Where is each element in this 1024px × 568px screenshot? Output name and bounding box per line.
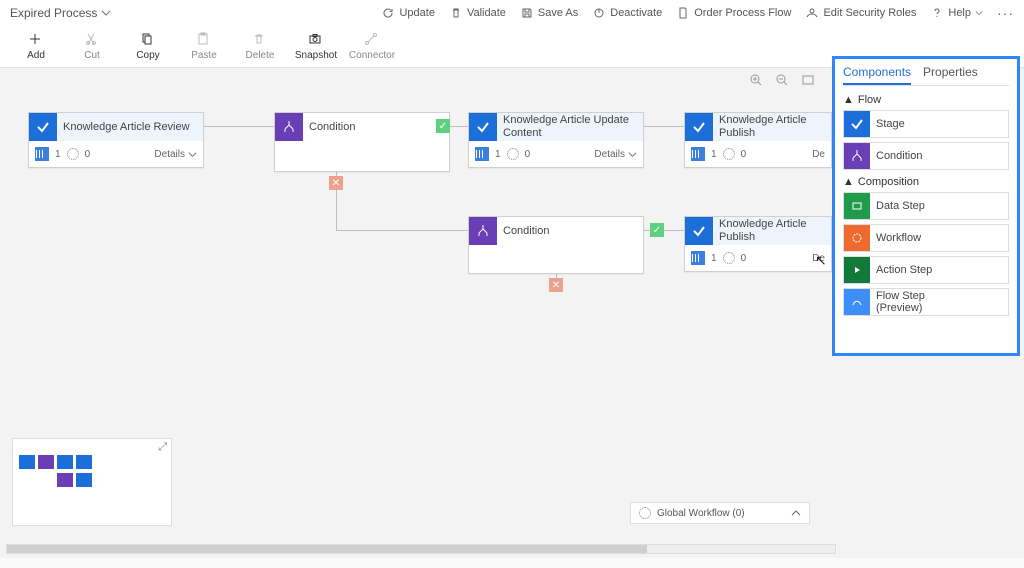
node-title: Condition [497, 217, 643, 245]
components-panel: Components Properties ▲ Flow Stage Condi… [832, 56, 1020, 356]
zoom-out-icon[interactable] [774, 72, 790, 88]
steps-icon [691, 251, 705, 265]
group-composition[interactable]: ▲ Composition [843, 176, 1009, 188]
details-toggle[interactable]: Details [154, 149, 197, 160]
workflow-icon [639, 507, 651, 519]
chevron-down-icon [975, 9, 983, 17]
palette-item-action-step[interactable]: Action Step [843, 256, 1009, 284]
condition-node-2[interactable]: Condition [468, 216, 644, 274]
tab-components[interactable]: Components [843, 65, 911, 85]
stage-icon [685, 113, 713, 141]
stage-icon [685, 217, 713, 245]
branch-no-icon: ✕ [329, 176, 343, 190]
validate-button[interactable]: Validate [449, 5, 506, 21]
help-icon [930, 6, 944, 20]
stage-node-publish-2[interactable]: Knowledge Article Publish 1 0 De [684, 216, 832, 272]
tab-properties[interactable]: Properties [923, 65, 978, 85]
minimap[interactable]: ⤢ [12, 438, 172, 526]
order-process-flow-button[interactable]: Order Process Flow [676, 5, 791, 21]
power-icon [592, 6, 606, 20]
condition-icon [844, 143, 870, 169]
trash-icon [449, 6, 463, 20]
save-as-button[interactable]: Save As [520, 5, 578, 21]
branch-no-icon: ✕ [549, 278, 563, 292]
save-icon [520, 6, 534, 20]
connector-icon [364, 32, 380, 48]
delete-icon [252, 32, 268, 48]
plus-icon [28, 32, 44, 48]
node-title: Knowledge Article Publish [713, 113, 831, 141]
node-title: Condition [303, 113, 449, 141]
node-title: Knowledge Article Publish [713, 217, 831, 245]
flow-step-icon [844, 289, 870, 315]
deactivate-button[interactable]: Deactivate [592, 5, 662, 21]
palette-item-data-step[interactable]: Data Step [843, 192, 1009, 220]
global-workflow-bar[interactable]: Global Workflow (0) [630, 502, 810, 524]
fit-screen-icon[interactable] [800, 72, 816, 88]
details-toggle[interactable]: De [812, 149, 825, 160]
steps-icon [35, 147, 49, 161]
chevron-up-icon [791, 508, 801, 518]
zoom-in-icon[interactable] [748, 72, 764, 88]
copy-icon [140, 32, 156, 48]
palette-item-condition[interactable]: Condition [843, 142, 1009, 170]
node-title: Knowledge Article Update Content [497, 113, 643, 141]
details-toggle[interactable]: Details [594, 149, 637, 160]
process-name-label: Expired Process [10, 6, 97, 20]
palette-item-flow-step[interactable]: Flow Step (Preview) [843, 288, 1009, 316]
stage-icon [29, 113, 57, 141]
condition-icon [469, 217, 497, 245]
header-actions-group: Update Validate Save As Deactivate Order… [381, 5, 1014, 21]
horizontal-scrollbar[interactable] [6, 544, 836, 554]
global-workflow-label: Global Workflow (0) [657, 508, 745, 519]
stage-node-review[interactable]: Knowledge Article Review 1 0 Details [28, 112, 204, 168]
node-title: Knowledge Article Review [57, 113, 203, 141]
steps-icon [475, 147, 489, 161]
snapshot-button[interactable]: Snapshot [290, 32, 342, 61]
chevron-down-icon [628, 150, 637, 159]
branch-yes-icon: ✓ [436, 119, 450, 133]
stage-icon [469, 113, 497, 141]
add-button[interactable]: Add [10, 32, 62, 61]
update-button[interactable]: Update [381, 5, 434, 21]
stage-node-update-content[interactable]: Knowledge Article Update Content 1 0 Det… [468, 112, 644, 168]
zoom-tools [740, 68, 824, 92]
workflow-count-icon [67, 148, 79, 160]
cut-icon [84, 32, 100, 48]
details-toggle[interactable]: De [812, 253, 825, 264]
workflow-count-icon [723, 252, 735, 264]
chevron-down-icon [188, 150, 197, 159]
palette-item-stage[interactable]: Stage [843, 110, 1009, 138]
workflow-count-icon [507, 148, 519, 160]
group-flow[interactable]: ▲ Flow [843, 94, 1009, 106]
workflow-icon [844, 225, 870, 251]
stage-icon [844, 111, 870, 137]
help-button[interactable]: Help [930, 5, 983, 21]
more-button[interactable]: ··· [997, 5, 1014, 21]
delete-button[interactable]: Delete [234, 32, 286, 61]
action-step-icon [844, 257, 870, 283]
workflow-count-icon [723, 148, 735, 160]
paste-button[interactable]: Paste [178, 32, 230, 61]
data-step-icon [844, 193, 870, 219]
condition-node-1[interactable]: Condition [274, 112, 450, 172]
expand-icon[interactable]: ⤢ [158, 441, 167, 454]
connector-button[interactable]: Connector [346, 32, 398, 61]
stage-node-publish-1[interactable]: Knowledge Article Publish 1 0 De [684, 112, 832, 168]
paste-icon [196, 32, 212, 48]
document-icon [676, 6, 690, 20]
palette-item-workflow[interactable]: Workflow [843, 224, 1009, 252]
copy-button[interactable]: Copy [122, 32, 174, 61]
refresh-icon [381, 6, 395, 20]
branch-yes-icon: ✓ [650, 223, 664, 237]
camera-icon [308, 32, 324, 48]
process-title[interactable]: Expired Process [10, 6, 111, 20]
edit-security-roles-button[interactable]: Edit Security Roles [805, 5, 916, 21]
chevron-down-icon [101, 8, 111, 18]
steps-icon [691, 147, 705, 161]
security-icon [805, 6, 819, 20]
condition-icon [275, 113, 303, 141]
cut-button[interactable]: Cut [66, 32, 118, 61]
